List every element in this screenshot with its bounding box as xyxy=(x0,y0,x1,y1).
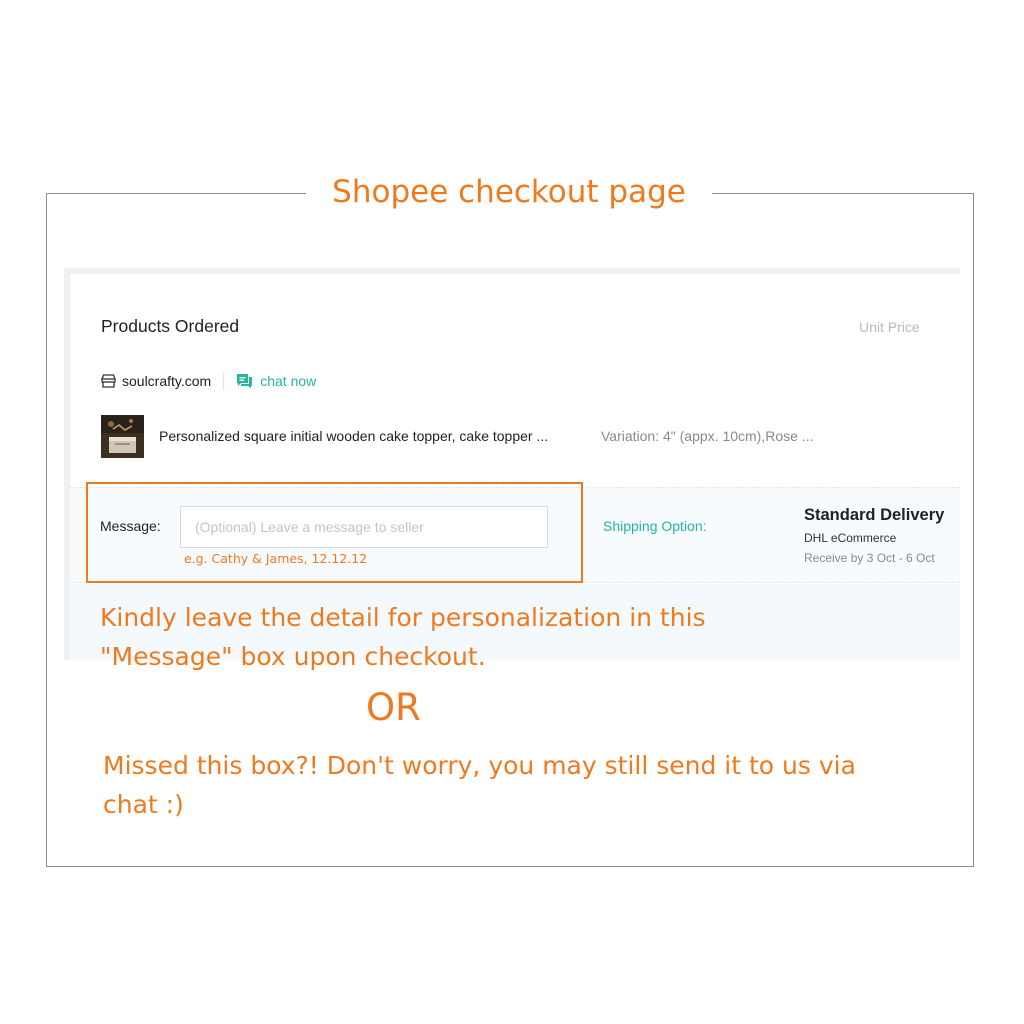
shipping-option-label: Shipping Option: xyxy=(603,518,707,534)
or-separator: OR xyxy=(366,686,421,729)
chat-now-link[interactable]: chat now xyxy=(260,373,316,389)
product-thumbnail[interactable] xyxy=(101,415,144,458)
instruction-note: Kindly leave the detail for personalizat… xyxy=(100,603,706,671)
product-name[interactable]: Personalized square initial wooden cake … xyxy=(159,428,548,444)
divider xyxy=(223,372,225,390)
chat-icon[interactable] xyxy=(236,373,253,389)
shop-icon xyxy=(101,374,116,388)
products-ordered-heading: Products Ordered xyxy=(101,316,240,336)
shipping-carrier: DHL eCommerce xyxy=(804,531,897,545)
chat-alternative-note: Missed this box?! Don't worry, you may s… xyxy=(103,751,856,819)
frame-title: Shopee checkout page xyxy=(306,168,712,216)
product-variation: Variation: 4" (appx. 10cm),Rose ... xyxy=(601,428,814,444)
shipping-method: Standard Delivery xyxy=(804,506,945,524)
message-highlight-box xyxy=(86,482,583,583)
shop-name[interactable]: soulcrafty.com xyxy=(122,373,211,389)
unit-price-header: Unit Price xyxy=(859,319,920,335)
shop-row: soulcrafty.com chat now xyxy=(101,371,316,391)
shipping-eta: Receive by 3 Oct - 6 Oct xyxy=(804,551,935,565)
